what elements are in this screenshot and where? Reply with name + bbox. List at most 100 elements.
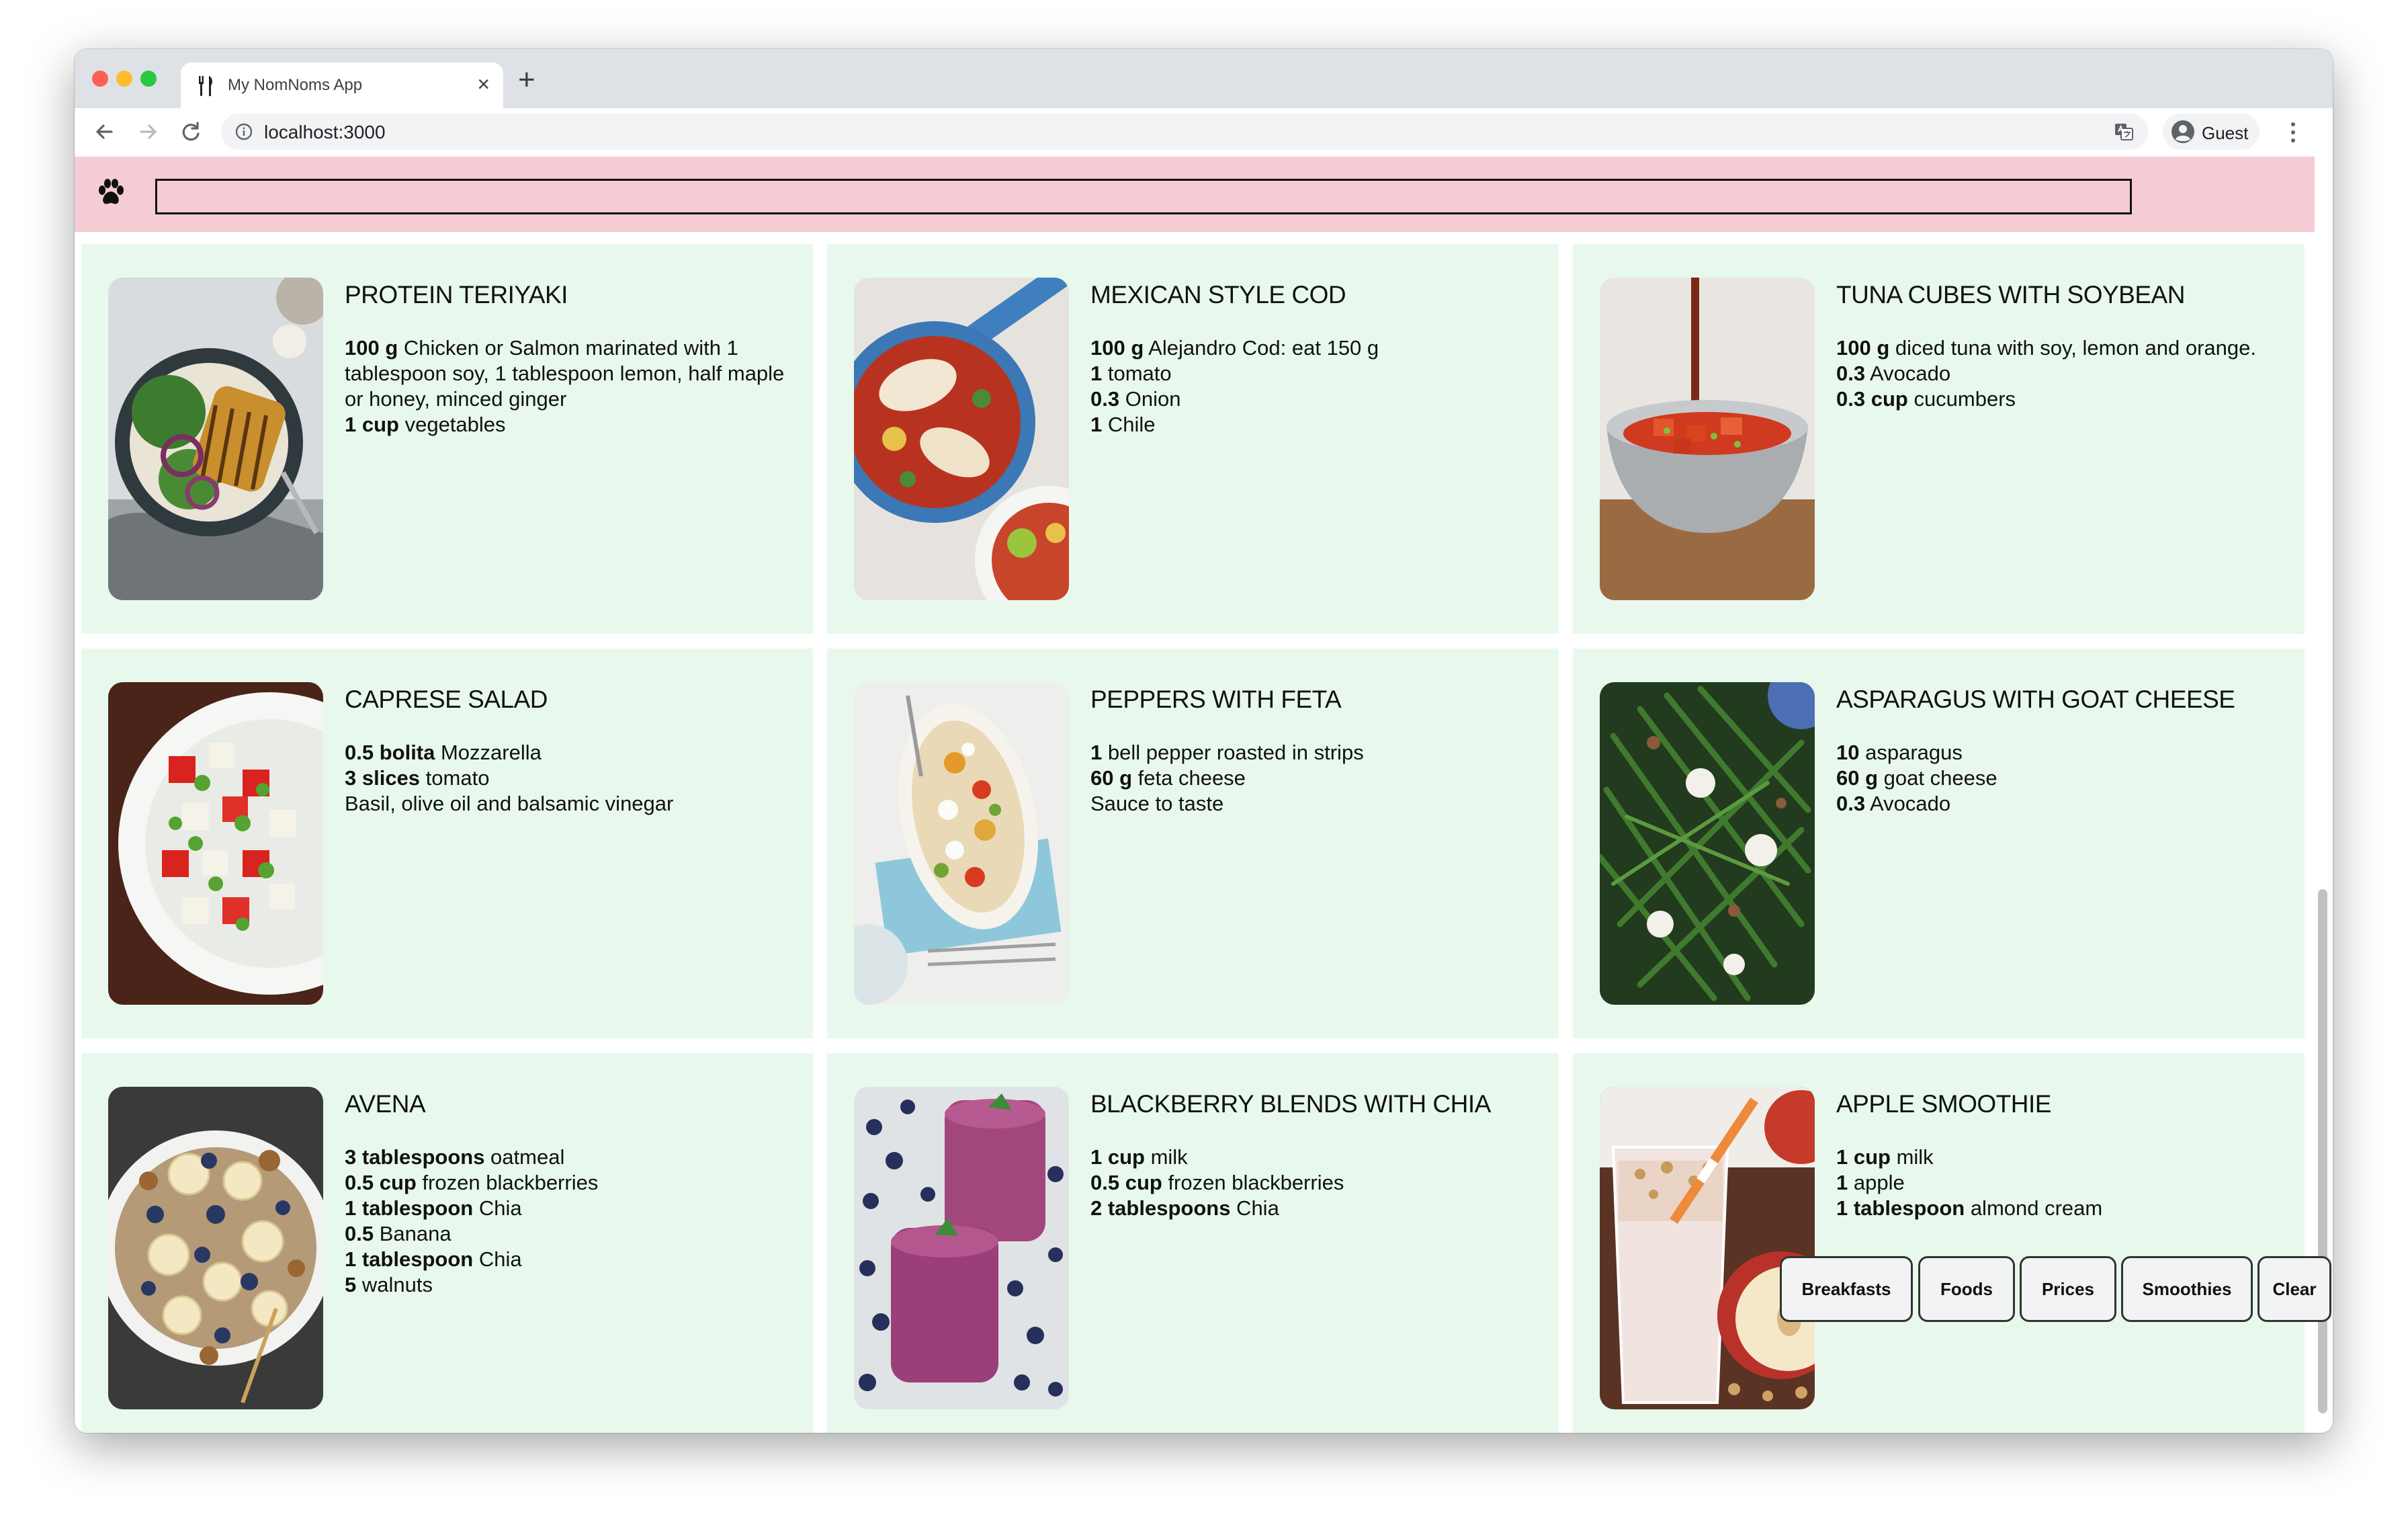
search-input[interactable] (155, 179, 2132, 214)
ingredient-text: bell pepper roasted in strips (1102, 741, 1364, 764)
close-tab-icon[interactable]: × (477, 72, 490, 96)
ingredient-text: Avocado (1865, 362, 1951, 385)
asparagus-salad-image (1600, 682, 1815, 1005)
ingredient-item: 1 bell pepper roasted in strips (1090, 740, 1534, 766)
filter-foods-button[interactable]: Foods (1918, 1256, 2015, 1322)
ingredient-list: 3 tablespoons oatmeal 0.5 cup frozen bla… (345, 1145, 788, 1298)
paw-icon[interactable] (95, 177, 127, 209)
info-icon[interactable] (234, 122, 253, 141)
ingredient-qty: 0.5 cup (345, 1171, 417, 1194)
filter-prices-button[interactable]: Prices (2020, 1256, 2116, 1322)
ingredient-qty: 1 (1836, 1171, 1848, 1194)
tab-title: My NomNoms App (228, 76, 363, 94)
recipe-card[interactable]: AVENA 3 tablespoons oatmeal 0.5 cup froz… (81, 1053, 813, 1433)
new-tab-button[interactable]: + (518, 64, 535, 96)
ingredient-list: 1 cup milk 1 apple 1 tablespoon almond c… (1836, 1145, 2280, 1221)
recipe-title: PEPPERS WITH FETA (1090, 686, 1342, 713)
ingredient-item: 10 asparagus (1836, 740, 2280, 766)
ingredient-item: 2 tablespoons Chia (1090, 1196, 1534, 1221)
ingredient-item: 60 g goat cheese (1836, 766, 2280, 791)
recipe-title: MEXICAN STYLE COD (1090, 281, 1346, 308)
page-scrollbar[interactable] (2318, 889, 2327, 1413)
ingredient-item: 3 tablespoons oatmeal (345, 1145, 788, 1170)
ingredient-qty: 0.5 bolita (345, 741, 435, 764)
ingredient-item: 1 tablespoon Chia (345, 1247, 788, 1272)
close-window-button[interactable] (92, 71, 108, 87)
recipe-card[interactable]: ASPARAGUS WITH GOAT CHEESE 10 asparagus … (1573, 649, 2305, 1038)
tab-strip: My NomNoms App × + (75, 49, 2333, 108)
ingredient-text: tomato (1102, 362, 1172, 385)
recipe-card[interactable]: CAPRESE SALAD 0.5 bolita Mozzarella 3 sl… (81, 649, 813, 1038)
ingredient-text: goat cheese (1878, 766, 1997, 790)
ingredient-text: Basil, olive oil and balsamic vinegar (345, 792, 674, 815)
ingredient-qty: 5 (345, 1273, 357, 1296)
filter-breakfasts-button[interactable]: Breakfasts (1780, 1256, 1913, 1322)
ingredient-text: Alejandro Cod: eat 150 g (1144, 336, 1379, 360)
ingredient-qty: 3 tablespoons (345, 1145, 485, 1169)
ingredient-text: Avocado (1865, 792, 1951, 815)
reload-icon[interactable] (175, 116, 206, 147)
ingredient-item: 0.3 cup cucumbers (1836, 386, 2280, 412)
peppers-dish-image (854, 682, 1069, 1005)
url-text: localhost:3000 (264, 122, 386, 142)
ingredient-qty: 60 g (1836, 766, 1879, 790)
recipe-card[interactable]: PROTEIN TERIYAKI 100 g Chicken or Salmon… (81, 244, 813, 634)
ingredient-item: Sauce to taste (1090, 791, 1534, 817)
address-bar[interactable]: localhost:3000 (221, 114, 2148, 150)
apple-smoothie-image (1600, 1087, 1815, 1409)
ingredient-item: 5 walnuts (345, 1272, 788, 1298)
ingredient-text: Chile (1102, 413, 1156, 436)
ingredient-item: 100 g diced tuna with soy, lemon and ora… (1836, 335, 2280, 361)
recipe-card[interactable]: MEXICAN STYLE COD 100 g Alejandro Cod: e… (827, 244, 1559, 634)
recipe-card[interactable]: BLACKBERRY BLENDS WITH CHIA 1 cup milk 0… (827, 1053, 1559, 1433)
translate-icon[interactable] (2113, 121, 2135, 142)
ingredient-qty: 0.5 cup (1090, 1171, 1162, 1194)
ingredient-item: 100 g Alejandro Cod: eat 150 g (1090, 335, 1534, 361)
profile-button[interactable]: Guest (2163, 114, 2260, 150)
ingredient-item: 0.5 Banana (345, 1221, 788, 1247)
ingredient-text: Sauce to taste (1090, 792, 1224, 815)
teriyaki-bowl-image (108, 278, 323, 600)
tab-active[interactable]: My NomNoms App × (181, 63, 503, 108)
ingredient-qty: 1 tablespoon (345, 1247, 474, 1271)
ingredient-text: cucumbers (1907, 387, 2016, 411)
back-arrow-icon[interactable] (89, 116, 120, 147)
ingredient-item: 0.5 bolita Mozzarella (345, 740, 788, 766)
ingredient-item: 0.5 cup frozen blackberries (345, 1170, 788, 1196)
forward-arrow-icon[interactable] (132, 116, 163, 147)
recipe-card[interactable]: TUNA CUBES WITH SOYBEAN 100 g diced tuna… (1573, 244, 2305, 634)
ingredient-list: 1 bell pepper roasted in strips 60 g fet… (1090, 740, 1534, 817)
page-content: PROTEIN TERIYAKI 100 g Chicken or Salmon… (75, 157, 2333, 1433)
ingredient-text: feta cheese (1132, 766, 1246, 790)
ingredient-text: Banana (374, 1222, 452, 1245)
recipe-card[interactable]: APPLE SMOOTHIE 1 cup milk 1 apple 1 tabl… (1573, 1053, 2305, 1433)
ingredient-qty: 1 (1090, 741, 1103, 764)
ingredient-qty: 0.3 (1836, 792, 1866, 815)
filter-smoothies-button[interactable]: Smoothies (2121, 1256, 2253, 1322)
berry-smoothie-image (854, 1087, 1069, 1409)
caprese-plate-image (108, 682, 323, 1005)
recipe-title: ASPARAGUS WITH GOAT CHEESE (1836, 686, 2235, 713)
ingredient-item: 1 cup milk (1836, 1145, 2280, 1170)
maximize-window-button[interactable] (140, 71, 157, 87)
ingredient-item: 1 Chile (1090, 412, 1534, 438)
ingredient-list: 1 cup milk 0.5 cup frozen blackberries 2… (1090, 1145, 1534, 1221)
ingredient-text: frozen blackberries (1162, 1171, 1344, 1194)
minimize-window-button[interactable] (116, 71, 132, 87)
ingredient-text: Chia (473, 1196, 522, 1220)
ingredient-qty: 100 g (1836, 336, 1890, 360)
ingredient-qty: 1 tablespoon (1836, 1196, 1965, 1220)
ingredient-qty: 100 g (345, 336, 398, 360)
ingredient-item: 0.3 Onion (1090, 386, 1534, 412)
recipe-card[interactable]: PEPPERS WITH FETA 1 bell pepper roasted … (827, 649, 1559, 1038)
ingredient-qty: 0.5 (345, 1222, 374, 1245)
tuna-bowl-image (1600, 278, 1815, 600)
browser-toolbar: localhost:3000 Guest (75, 108, 2333, 157)
clear-filter-button[interactable]: Clear (2258, 1256, 2331, 1322)
ingredient-text: walnuts (356, 1273, 433, 1296)
ingredient-item: 100 g Chicken or Salmon marinated with 1… (345, 335, 788, 412)
ingredient-text: asparagus (1859, 741, 1963, 764)
more-menu-icon[interactable] (2289, 119, 2297, 146)
recipe-title: AVENA (345, 1090, 426, 1118)
ingredient-text: Mozzarella (435, 741, 542, 764)
